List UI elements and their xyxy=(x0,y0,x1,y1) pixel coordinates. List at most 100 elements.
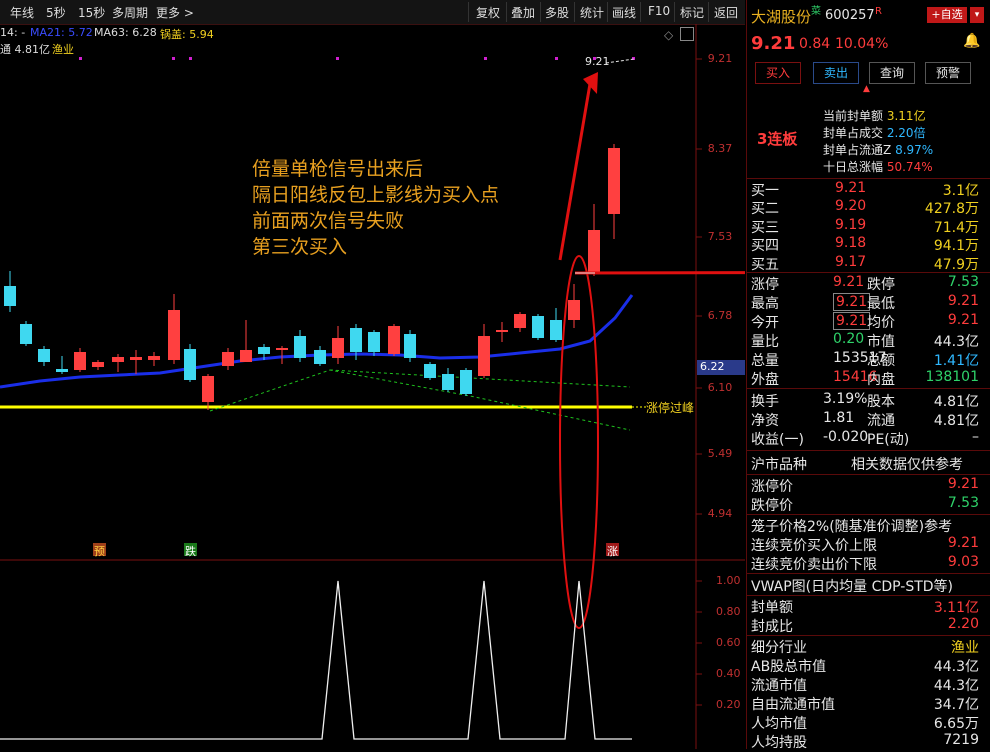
candle-body xyxy=(332,338,344,358)
candle-body xyxy=(92,362,104,367)
candle-body xyxy=(350,328,362,352)
candle-body xyxy=(56,369,68,372)
diamond-icon[interactable]: ◇ xyxy=(664,28,673,42)
fund-row: 净资 1.81 流通 4.81亿 xyxy=(751,410,979,429)
price-change-pct: 10.04% xyxy=(835,36,889,52)
bid-row: 买五 9.17 47.9万 xyxy=(751,253,979,273)
stats-row: 涨停 9.21 跌停 7.53 xyxy=(751,274,979,293)
close-box-icon[interactable] xyxy=(680,27,694,41)
candle-body xyxy=(148,356,160,360)
fund-row: 收益(一) -0.020 PE(动) – xyxy=(751,429,979,448)
statistics-button[interactable]: 统计 xyxy=(580,4,604,21)
more-button[interactable]: 更多 > xyxy=(156,4,194,21)
marker-zhang: 涨 xyxy=(607,545,618,558)
ma14-label: 14: - xyxy=(0,26,26,39)
price-highlight: 6.22 xyxy=(700,360,725,373)
industry-row: 人均市值 6.65万 xyxy=(751,716,979,732)
industry-row: 自由流通市值 34.7亿 xyxy=(751,697,979,713)
candle-body xyxy=(568,300,580,320)
indicator-spikes xyxy=(0,580,632,740)
stats-row: 量比 0.20 市值 44.3亿 xyxy=(751,331,979,350)
candle-body xyxy=(184,349,196,380)
fav-dropdown-icon[interactable]: ▾ xyxy=(970,7,984,23)
candle-body xyxy=(608,148,620,214)
multi-period-button[interactable]: 多周期 xyxy=(112,4,148,21)
annotation-text: 倍量单枪信号出来后 隔日阳线反包上影线为买入点 前面两次信号失败 第三次买入 xyxy=(252,158,500,258)
bid-row: 买二 9.20 427.8万 xyxy=(751,198,979,218)
chart-toolbar: 年线 5秒 15秒 多周期 更多 > 复权 叠加 多股 统计 画线 F10 标记… xyxy=(0,0,745,25)
price-tick: 4.94 xyxy=(707,507,733,520)
bell-icon[interactable]: 🔔 xyxy=(963,33,980,49)
candle-body xyxy=(368,332,380,352)
peak-price-label: 9.21 xyxy=(585,55,610,68)
ma-line xyxy=(0,294,634,389)
ma21-label: MA21: 5.72 xyxy=(30,26,93,39)
back-button[interactable]: 返回 xyxy=(714,4,738,21)
marker-yu: 预 xyxy=(94,545,105,558)
vwap-row[interactable]: VWAP图(日内均量 CDP-STD等) xyxy=(751,576,983,595)
kline-chart[interactable]: 14: - MA21: 5.72 MA63: 6.28 锅盖: 5.94 通 4… xyxy=(0,24,745,749)
candle-body xyxy=(388,326,400,354)
multi-stock-button[interactable]: 多股 xyxy=(545,4,569,21)
candle-body xyxy=(496,330,508,332)
candle-body xyxy=(258,347,270,354)
ma63-label: MA63: 6.28 xyxy=(94,26,157,39)
bid-row: 买一 9.21 3.1亿 xyxy=(751,180,979,199)
candle-body xyxy=(588,230,600,274)
cage-price-row: 笼子价格2%(随基准价调整)参考 xyxy=(751,519,953,535)
period-15s-button[interactable]: 15秒 xyxy=(78,4,105,21)
price-tick: 5.49 xyxy=(707,447,733,460)
price-tick: 7.53 xyxy=(707,230,733,243)
guogai-label: 锅盖: 5.94 xyxy=(160,28,214,41)
f10-button[interactable]: F10 xyxy=(648,4,670,18)
price-tick: 9.21 xyxy=(707,52,733,65)
candle-body xyxy=(478,336,490,376)
r-flag: R xyxy=(875,6,882,17)
limit-down-price-row: 跌停价 7.53 xyxy=(751,495,979,514)
indicator-tick: 0.60 xyxy=(716,636,741,649)
stock-flag-icon: 菜 xyxy=(811,6,821,17)
collapse-arrow-icon[interactable]: ▲ xyxy=(863,84,870,94)
candle-body xyxy=(74,352,86,370)
stats-row: 最高 9.21 最低 9.21 xyxy=(751,293,979,312)
stats-row: 总量 153517 总额 1.41亿 xyxy=(751,350,979,369)
candle-body xyxy=(424,364,436,378)
industry-row: 流通市值 44.3亿 xyxy=(751,678,979,694)
candle-body xyxy=(240,350,252,362)
stats-row: 外盘 15416 内盘 138101 xyxy=(751,369,979,388)
query-button[interactable]: 查询 xyxy=(869,62,915,84)
candle-body xyxy=(130,357,142,360)
industry-row: AB股总市值 44.3亿 xyxy=(751,659,979,675)
bid-row: 买四 9.18 94.1万 xyxy=(751,235,979,255)
candle-body xyxy=(532,316,544,338)
seal-info: 当前封单额 3.11亿 封单占成交 2.20倍 封单占流通Z 8.97% 十日总… xyxy=(823,109,934,174)
streak-label: 3连板 xyxy=(757,130,798,148)
price-change: 0.84 xyxy=(799,36,831,52)
stats-row: 今开 9.21 均价 9.21 xyxy=(751,312,979,331)
period-5s-button[interactable]: 5秒 xyxy=(46,4,66,21)
candle-body xyxy=(514,314,526,328)
candle-body xyxy=(550,320,562,340)
candle-body xyxy=(442,374,454,390)
candle-body xyxy=(276,348,288,350)
fuquan-button[interactable]: 复权 xyxy=(476,4,500,21)
sell-button[interactable]: 卖出 xyxy=(813,62,859,84)
indicator-tick: 0.80 xyxy=(716,605,741,618)
overlay-button[interactable]: 叠加 xyxy=(511,4,535,21)
mark-button[interactable]: 标记 xyxy=(680,4,704,21)
candle-body xyxy=(202,376,214,402)
draw-line-button[interactable]: 画线 xyxy=(612,4,636,21)
limit-up-line-label: 涨停过峰 xyxy=(646,401,695,415)
indicator-tick: 0.20 xyxy=(716,698,741,711)
price-tick: 8.37 xyxy=(707,142,733,155)
industry-row: 细分行业 渔业 xyxy=(751,640,979,656)
bid-row: 买三 9.19 71.4万 xyxy=(751,216,979,236)
add-favorite-button[interactable]: +自选 xyxy=(927,7,967,23)
alert-button[interactable]: 预警 xyxy=(925,62,971,84)
price-tick: 6.78 xyxy=(707,309,733,322)
candle-body xyxy=(222,352,234,366)
buy-button[interactable]: 买入 xyxy=(755,62,801,84)
candle-body xyxy=(460,370,472,394)
period-year-button[interactable]: 年线 xyxy=(10,4,34,21)
industry-label: 渔业 xyxy=(52,43,74,56)
